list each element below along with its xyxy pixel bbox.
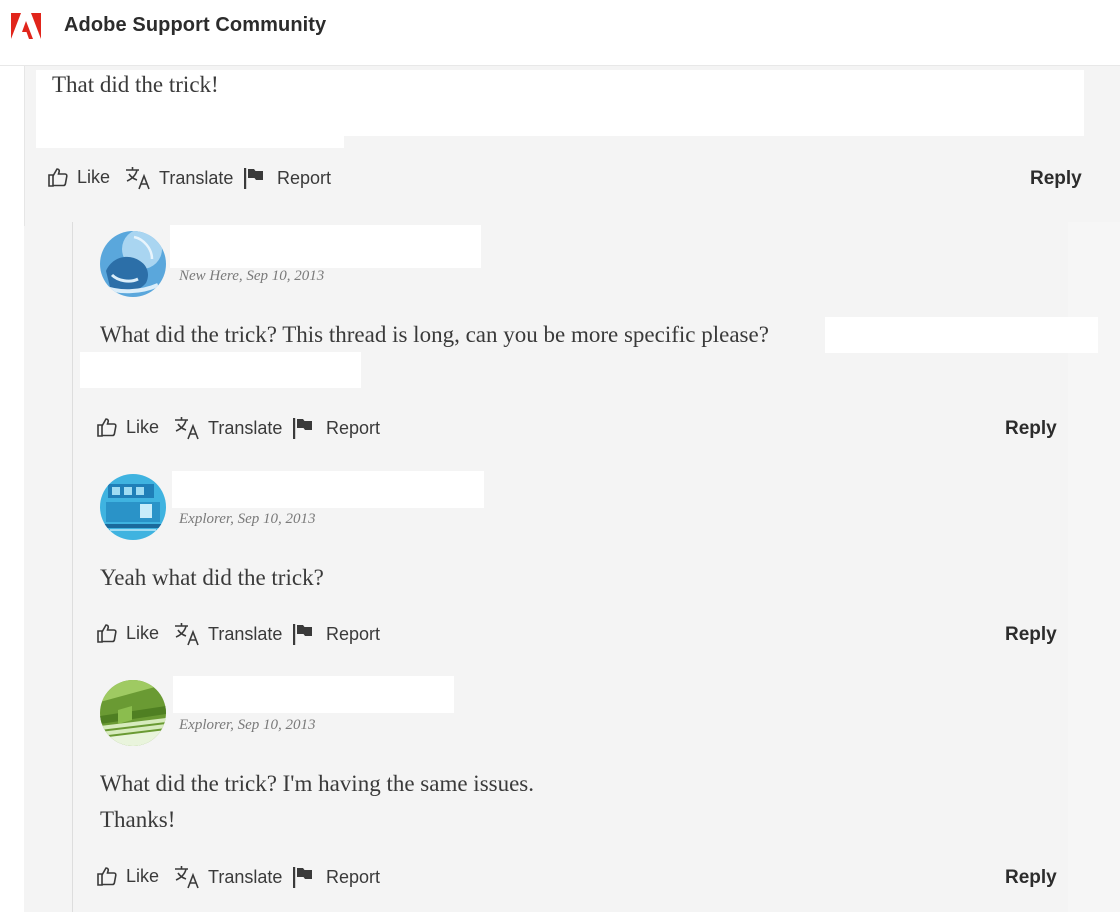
- thumbs-up-icon: [48, 168, 68, 187]
- author-meta: Explorer, Sep 10, 2013: [179, 511, 316, 527]
- site-header: Adobe Support Community: [0, 0, 1120, 66]
- like-label: Like: [77, 166, 111, 187]
- reply-button[interactable]: Reply: [1005, 867, 1057, 889]
- like-label: Like: [126, 622, 160, 643]
- post-body-line-2: Thanks!: [100, 807, 176, 832]
- avatar-image: [100, 680, 166, 746]
- like-button[interactable]: Like: [47, 166, 110, 188]
- like-button[interactable]: Like: [96, 865, 159, 887]
- adobe-logo-icon[interactable]: [11, 13, 41, 39]
- translate-button[interactable]: Translate: [125, 166, 233, 190]
- avatar-image: [100, 231, 166, 297]
- post-body: What did the trick? This thread is long,…: [100, 322, 769, 347]
- translate-icon: [175, 866, 199, 889]
- translate-icon: [126, 167, 150, 190]
- redacted-username: [170, 225, 481, 268]
- post-body: That did the trick!: [52, 72, 219, 97]
- redacted-username: [172, 471, 484, 508]
- avatar[interactable]: [100, 474, 166, 540]
- report-label: Report: [277, 167, 332, 188]
- author-meta: New Here, Sep 10, 2013: [179, 268, 325, 284]
- translate-button[interactable]: Translate: [174, 622, 282, 646]
- post-body-line-1: What did the trick? I'm having the same …: [100, 771, 535, 796]
- report-button[interactable]: Report: [292, 416, 380, 440]
- thumbs-up-icon: [97, 624, 117, 643]
- like-label: Like: [126, 865, 160, 886]
- translate-icon: [175, 417, 199, 440]
- translate-label: Translate: [208, 866, 283, 887]
- flag-icon: [293, 624, 312, 645]
- avatar[interactable]: [100, 680, 166, 746]
- translate-label: Translate: [208, 417, 283, 438]
- like-button[interactable]: Like: [96, 622, 159, 644]
- reply-button[interactable]: Reply: [1005, 624, 1057, 646]
- flag-icon: [293, 867, 312, 888]
- post-body: Yeah what did the trick?: [100, 565, 324, 590]
- redacted-block: [80, 352, 361, 388]
- translate-button[interactable]: Translate: [174, 865, 282, 889]
- avatar-image: [100, 474, 166, 540]
- report-button[interactable]: Report: [292, 622, 380, 646]
- report-label: Report: [326, 866, 381, 887]
- translate-label: Translate: [159, 167, 234, 188]
- like-label: Like: [126, 416, 160, 437]
- report-label: Report: [326, 417, 381, 438]
- thumbs-up-icon: [97, 418, 117, 437]
- redacted-block: [238, 70, 1084, 136]
- author-meta: Explorer, Sep 10, 2013: [179, 717, 316, 733]
- translate-label: Translate: [208, 623, 283, 644]
- translate-icon: [175, 623, 199, 646]
- reply-button[interactable]: Reply: [1005, 418, 1057, 440]
- site-title[interactable]: Adobe Support Community: [64, 14, 326, 37]
- flag-icon: [244, 168, 263, 189]
- panel-divider: [24, 66, 25, 226]
- report-label: Report: [326, 623, 381, 644]
- thumbs-up-icon: [97, 867, 117, 886]
- redacted-block: [825, 317, 1098, 353]
- report-button[interactable]: Report: [243, 166, 331, 190]
- redacted-block: [36, 102, 344, 148]
- redacted-username: [173, 676, 454, 713]
- reply-button[interactable]: Reply: [1030, 168, 1082, 190]
- translate-button[interactable]: Translate: [174, 416, 282, 440]
- avatar[interactable]: [100, 231, 166, 297]
- like-button[interactable]: Like: [96, 416, 159, 438]
- flag-icon: [293, 418, 312, 439]
- report-button[interactable]: Report: [292, 865, 380, 889]
